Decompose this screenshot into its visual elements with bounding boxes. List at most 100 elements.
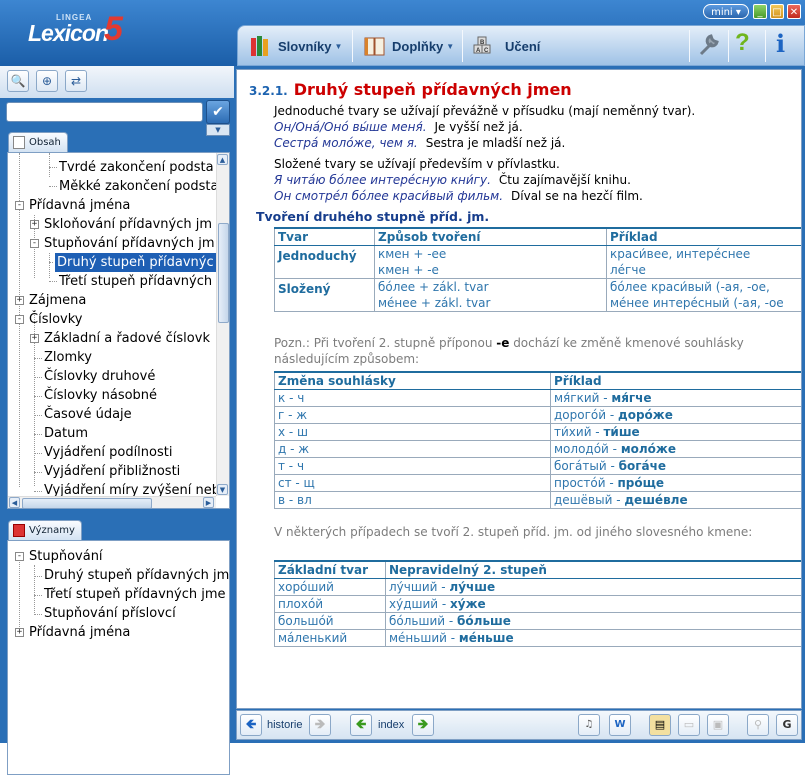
tree-vertical-scrollbar[interactable]: ▲ ▼	[216, 153, 229, 496]
brand-number: 5	[104, 10, 123, 48]
table-cell: г - ж	[274, 406, 551, 424]
help-button[interactable]: ?	[735, 29, 750, 57]
tree-item[interactable]: Přídavná jména	[29, 196, 130, 215]
tab-contents[interactable]: Obsah	[8, 132, 68, 152]
tree-item[interactable]: Číslovky druhové	[44, 367, 155, 386]
history-forward-button[interactable]: 🡺	[309, 714, 331, 736]
scroll-left-button[interactable]: ◀	[9, 497, 20, 508]
table-cell: ти́хий -	[554, 425, 604, 439]
print-button[interactable]: ▣	[707, 714, 729, 736]
left-pane: 🔍 ⊕ ⇄ ✔ ▼ Obsah Tvrdé zakončení podsta M…	[0, 66, 234, 775]
table-cell: большóй	[274, 612, 386, 630]
tree-item[interactable]: Vyjádření podílnosti	[44, 443, 172, 462]
table-cell: ху́же	[450, 597, 486, 611]
search-results-button[interactable]: ⚲	[747, 714, 769, 736]
app-window: LINGEA Lexicon 5 mini ▾ _ □ ✕ Slovníky ▼ …	[0, 0, 805, 775]
example-russian: Он смотрéл бóлее краси́вый фильм.	[274, 189, 504, 203]
index-forward-button[interactable]: 🡺	[412, 714, 434, 736]
learning-menu[interactable]: ACB Učení	[473, 32, 540, 60]
settings-button[interactable]	[697, 31, 721, 59]
tree-item-selected[interactable]: Druhý stupeň přídavnýc	[54, 252, 217, 273]
minimize-button[interactable]: _	[753, 4, 767, 19]
index-back-button[interactable]: 🡸	[350, 714, 372, 736]
addons-menu[interactable]: Doplňky ▼	[364, 32, 454, 60]
grammar-button[interactable]: G	[776, 714, 798, 736]
search-plus-button[interactable]: ⊕	[36, 70, 58, 92]
table-cell: в - вл	[274, 491, 551, 509]
swap-direction-button[interactable]: ⇄	[65, 70, 87, 92]
tree-item[interactable]: Skloňování přídavných jm	[44, 215, 212, 234]
example-line: Он/Онá/Онó вы́ше меня́. Je vyšší než já.	[274, 119, 523, 135]
tree-item[interactable]: Základní a řadové číslovk	[44, 329, 210, 348]
table-cell: мéньший -	[389, 631, 459, 645]
tree-item[interactable]: Číslovky násobné	[44, 386, 157, 405]
tree-item[interactable]: Časové údaje	[44, 405, 132, 424]
mini-button[interactable]: mini ▾	[703, 4, 749, 19]
tree-item[interactable]: Měkké zakončení podsta	[59, 177, 218, 196]
info-button[interactable]: i	[776, 29, 785, 58]
table-cell: мáленький	[274, 629, 386, 647]
table-cell: прóще	[617, 476, 665, 490]
tree-item[interactable]: Vyjádření přibližnosti	[44, 462, 180, 481]
table-cell: мя́гкий -	[554, 391, 612, 405]
meaning-item[interactable]: Stupňování	[29, 547, 103, 566]
table-cell: молóже	[620, 442, 676, 456]
table-cell: ти́ше	[603, 425, 640, 439]
svg-text:C: C	[484, 48, 489, 54]
collapse-toggle[interactable]: -	[15, 315, 24, 324]
meaning-item[interactable]: Přídavná jména	[29, 623, 130, 642]
tree-item[interactable]: Stupňování přídavných jm	[44, 234, 215, 253]
tree-horizontal-scrollbar[interactable]: ◀ ▶	[8, 496, 216, 508]
collapse-toggle[interactable]: -	[15, 201, 24, 210]
note-text: Pozn.: Při tvoření 2. stupně příponou	[274, 336, 497, 350]
example-russian: Он/Онá/Онó вы́ше меня́.	[274, 120, 427, 134]
expand-toggle[interactable]: +	[15, 296, 24, 305]
scroll-thumb[interactable]	[22, 498, 152, 508]
irregular-table: Základní tvar Nepravidelný 2. stupeň хорó…	[274, 560, 801, 647]
example-czech: Čtu zajímavější knihu.	[498, 173, 631, 187]
example-czech: Sestra je mladší než já.	[425, 136, 566, 150]
meaning-item[interactable]: Třetí stupeň přídavných jme	[44, 585, 226, 604]
scroll-thumb[interactable]	[218, 223, 229, 323]
dictionaries-menu[interactable]: Slovníky ▼	[250, 32, 342, 60]
collapse-toggle[interactable]: -	[30, 239, 39, 248]
tree-item[interactable]: Datum	[44, 424, 88, 443]
collapse-toggle[interactable]: -	[15, 552, 24, 561]
table-header: Příklad	[550, 371, 801, 390]
tree-item[interactable]: Tvrdé zakončení podsta	[59, 158, 214, 177]
scroll-down-button[interactable]: ▼	[217, 484, 228, 495]
question-icon: ?	[735, 29, 750, 56]
search-confirm-button[interactable]: ✔	[206, 100, 230, 124]
search-icon: ⚲	[753, 718, 763, 731]
meaning-item[interactable]: Druhý stupeň přídavných jm	[44, 566, 229, 585]
tree-item[interactable]: Zájmena	[29, 291, 86, 310]
sound-button[interactable]: ♫	[578, 714, 600, 736]
search-button[interactable]: 🔍	[7, 70, 29, 92]
expand-toggle[interactable]: +	[30, 220, 39, 229]
tree-item[interactable]: Třetí stupeň přídavných	[59, 272, 212, 291]
maximize-button[interactable]: □	[770, 4, 784, 19]
expand-toggle[interactable]: +	[15, 628, 24, 637]
search-input[interactable]	[6, 102, 203, 122]
example-czech: Díval se na hezčí film.	[511, 189, 643, 203]
meaning-item[interactable]: Stupňování příslovcí	[44, 604, 176, 623]
scroll-right-button[interactable]: ▶	[203, 497, 214, 508]
card-view-button[interactable]: ▤	[649, 714, 671, 736]
expand-toggle[interactable]: +	[30, 334, 39, 343]
history-back-button[interactable]: 🡸	[240, 714, 262, 736]
table-cell: к - ч	[274, 389, 551, 407]
header-bar: LINGEA Lexicon 5 mini ▾ _ □ ✕ Slovníky ▼ …	[0, 0, 805, 66]
table-cell: дешёвый -	[554, 493, 625, 507]
table-row: плохóй ху́дший - ху́же	[274, 595, 801, 613]
table-row: ст - щ простóй - прóще	[274, 474, 801, 492]
tab-meanings[interactable]: Významy	[8, 520, 82, 540]
search-dropdown-button[interactable]: ▼	[206, 124, 230, 136]
tree-item[interactable]: Zlomky	[44, 348, 92, 367]
scroll-up-button[interactable]: ▲	[217, 154, 228, 165]
page-button[interactable]: ▭	[678, 714, 700, 736]
dictionaries-label: Slovníky	[278, 38, 332, 54]
tree-item[interactable]: Číslovky	[29, 310, 82, 329]
index-label: index	[378, 719, 405, 731]
word-button[interactable]: W	[609, 714, 631, 736]
close-button[interactable]: ✕	[787, 4, 801, 19]
